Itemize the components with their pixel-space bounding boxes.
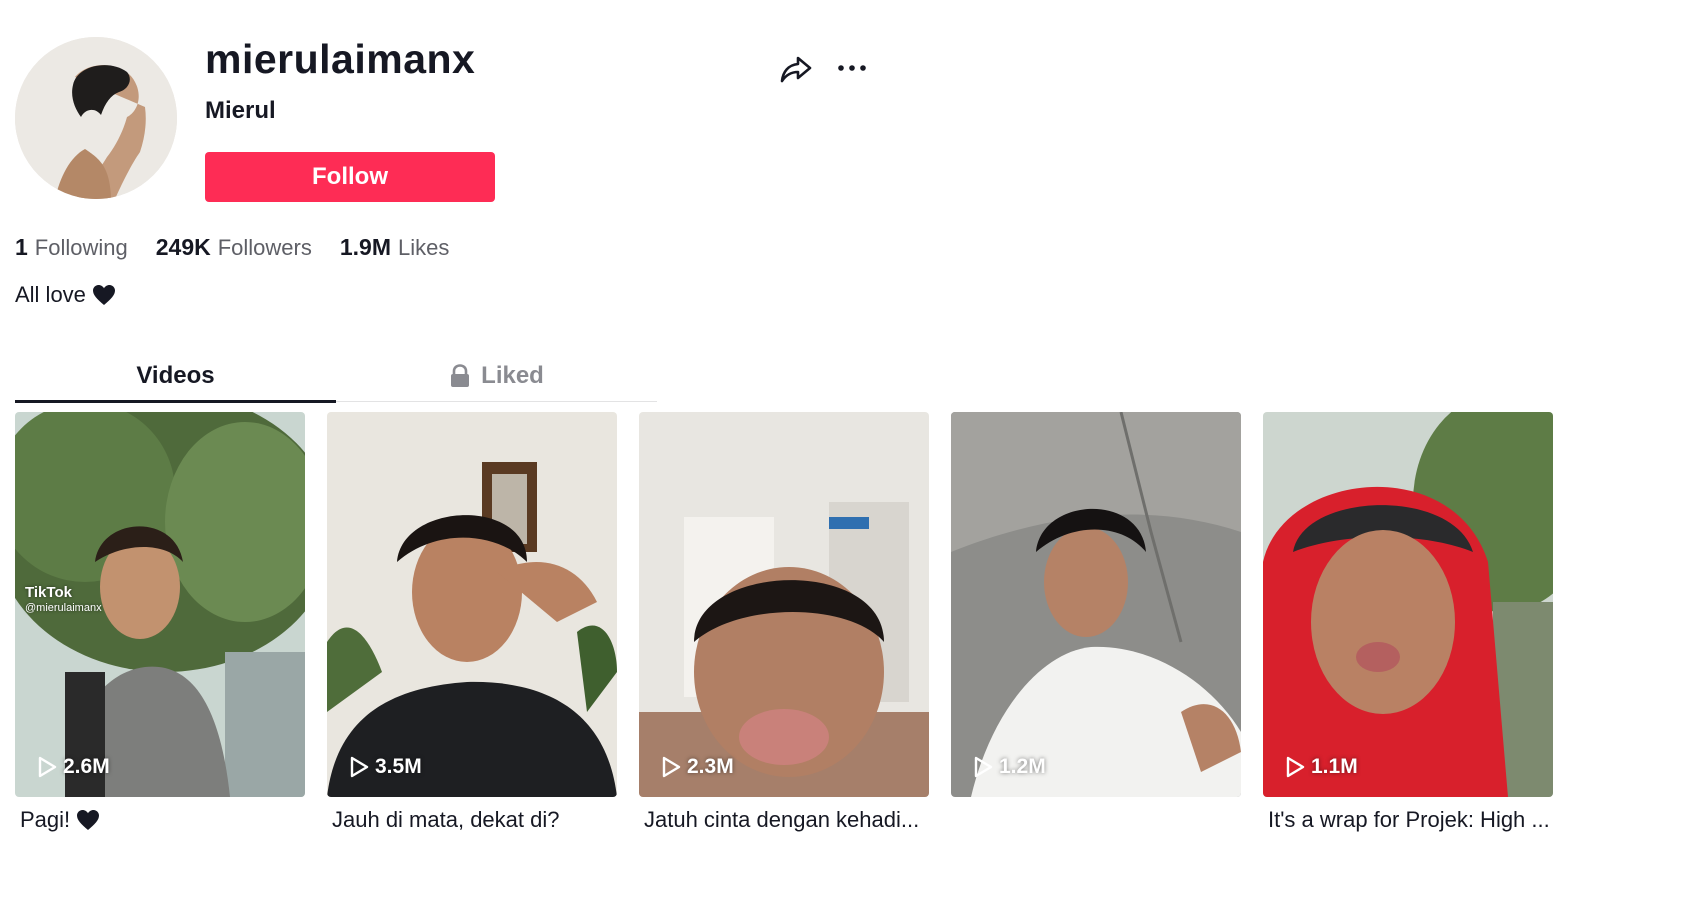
bio: All love (15, 282, 116, 308)
video-caption-text: Jauh di mata, dekat di? (332, 807, 560, 832)
video-thumbnail-image (1263, 412, 1553, 797)
watermark-brand: TikTok (25, 584, 72, 601)
username: mierulaimanx (205, 36, 476, 82)
video-card[interactable]: 2.3M Jatuh cinta dengan kehadi... (639, 412, 929, 833)
video-thumbnail[interactable]: 1.2M (951, 412, 1241, 797)
black-heart-icon (77, 810, 100, 830)
video-caption[interactable]: Pagi! (15, 807, 305, 833)
play-icon (38, 756, 57, 778)
video-thumbnail[interactable]: 2.3M (639, 412, 929, 797)
profile-tabs: Videos Liked (15, 350, 657, 403)
watermark-handle: @mierulaimanx (25, 602, 102, 614)
tab-label: Videos (136, 362, 215, 389)
tab-videos[interactable]: Videos (15, 350, 336, 403)
view-count-text: 2.6M (63, 755, 110, 778)
video-thumbnail[interactable]: 3.5M (327, 412, 617, 797)
view-count: 2.6M (37, 755, 110, 779)
view-count-text: 3.5M (375, 755, 422, 778)
video-thumbnail-image (639, 412, 929, 797)
stat-count: 1 (15, 234, 28, 260)
stat-label: Likes (398, 235, 450, 260)
video-caption-text: Jatuh cinta dengan kehadi... (644, 807, 920, 832)
profile-page: mierulaimanx Mierul Follow 1 Following 2… (0, 0, 1686, 910)
view-count: 1.1M (1285, 755, 1358, 779)
stat-following[interactable]: 1 Following (15, 234, 128, 261)
profile-stats: 1 Following 249K Followers 1.9M Likes (15, 234, 449, 261)
view-count: 2.3M (661, 755, 734, 779)
video-card[interactable]: 3.5M Jauh di mata, dekat di? (327, 412, 617, 833)
stat-count: 1.9M (339, 234, 391, 260)
tiktok-watermark: TikTok @mierulaimanx (25, 584, 102, 615)
video-thumbnail[interactable]: 1.1M (1263, 412, 1553, 797)
video-caption-text: It's a wrap for Projek: High ... (1268, 807, 1550, 832)
follow-button[interactable]: Follow (205, 152, 495, 202)
stat-count: 249K (155, 234, 211, 260)
video-caption[interactable]: It's a wrap for Projek: High ... (1263, 807, 1553, 833)
view-count-text: 2.3M (687, 755, 734, 778)
video-caption-text: Pagi! (20, 807, 71, 832)
video-thumbnail-image (327, 412, 617, 797)
video-caption[interactable]: Jatuh cinta dengan kehadi... (639, 807, 929, 833)
bio-text: All love (15, 282, 86, 307)
share-icon[interactable] (778, 51, 814, 87)
play-icon (974, 756, 993, 778)
stat-likes: 1.9M Likes (340, 234, 450, 261)
stat-label: Followers (217, 235, 312, 260)
video-thumbnail-image (951, 412, 1241, 797)
video-card[interactable]: TikTok @mierulaimanx 2.6M Pagi! (15, 412, 305, 833)
video-card[interactable]: 1.1M It's a wrap for Projek: High ... (1263, 412, 1553, 833)
view-count: 1.2M (973, 755, 1046, 779)
nickname: Mierul (205, 97, 276, 124)
tab-label: Liked (481, 362, 544, 389)
black-heart-icon (92, 285, 115, 305)
tab-liked[interactable]: Liked (336, 350, 657, 402)
lock-icon (451, 364, 470, 387)
stat-followers[interactable]: 249K Followers (156, 234, 312, 261)
play-icon (1286, 756, 1305, 778)
play-icon (662, 756, 681, 778)
stat-label: Following (34, 235, 128, 260)
video-caption[interactable]: Jauh di mata, dekat di? (327, 807, 617, 833)
view-count-text: 1.1M (1311, 755, 1358, 778)
view-count-text: 1.2M (999, 755, 1046, 778)
view-count: 3.5M (349, 755, 422, 779)
avatar[interactable] (15, 37, 177, 199)
video-grid: TikTok @mierulaimanx 2.6M Pagi! 3.5M Jau… (15, 412, 1553, 833)
video-card[interactable]: 1.2M (951, 412, 1241, 833)
play-icon (350, 756, 369, 778)
avatar-image (15, 37, 177, 199)
more-icon[interactable] (834, 51, 870, 87)
video-thumbnail[interactable]: TikTok @mierulaimanx 2.6M (15, 412, 305, 797)
